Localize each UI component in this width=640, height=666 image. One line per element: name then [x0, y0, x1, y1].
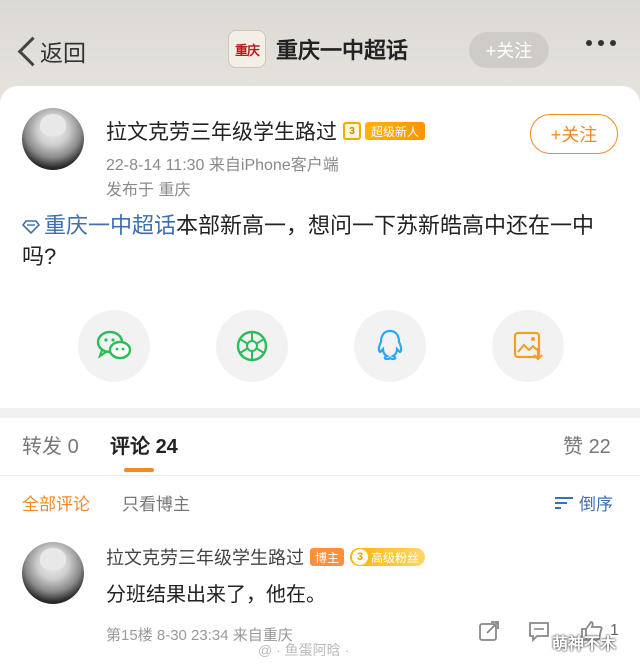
- topic-logo: 重庆: [228, 30, 266, 68]
- tab-comments-count: 24: [155, 436, 178, 458]
- tab-comments-label: 评论: [110, 436, 150, 458]
- user-level-icon: 3: [343, 122, 361, 140]
- author-name: 拉文克劳三年级学生路过: [106, 121, 337, 144]
- comment-filter-bar: 全部评论 只看博主 倒序: [0, 476, 640, 528]
- share-icon: [479, 621, 499, 641]
- top-nav-bar: 返回 重庆 重庆一中超话 +关注: [0, 0, 640, 96]
- tab-repost[interactable]: 转发 0: [22, 430, 79, 459]
- reply-comment-button[interactable]: [528, 620, 550, 647]
- tab-likes-count: 22: [588, 436, 611, 458]
- back-button[interactable]: 返回: [14, 34, 86, 68]
- tab-repost-label: 转发: [22, 436, 62, 458]
- tab-likes[interactable]: 赞 22: [563, 430, 611, 459]
- topic-link[interactable]: 重庆一中超话: [22, 213, 176, 238]
- qq-icon: [377, 329, 403, 361]
- comment-text: 分班结果出来了，他在。: [106, 584, 326, 606]
- topic-follow-button[interactable]: +关注: [469, 32, 549, 68]
- wechat-icon: [96, 330, 132, 360]
- avatar[interactable]: [22, 108, 84, 170]
- topic-link-text: 重庆一中超话: [44, 213, 177, 238]
- save-image-icon: [513, 331, 543, 361]
- active-tab-indicator: [124, 468, 154, 472]
- repost-comment-button[interactable]: [478, 620, 500, 647]
- user-badge: 超级新人: [365, 122, 426, 140]
- save-image-button[interactable]: [492, 310, 564, 382]
- comment-author[interactable]: 拉文克劳三年级学生路过 博主 3 高级粉丝: [106, 544, 426, 570]
- post-tabs: 转发 0 评论 24 赞 22: [0, 418, 640, 476]
- fan-level-badge: 3 高级粉丝: [350, 548, 426, 566]
- share-row: [0, 310, 640, 382]
- topic-header[interactable]: 重庆 重庆一中超话: [228, 30, 408, 68]
- post-card: 拉文克劳三年级学生路过 3 超级新人 22-8-14 11:30 来自iPhon…: [0, 86, 640, 408]
- more-options-icon[interactable]: [586, 40, 616, 46]
- watermark-left: @ · 鱼蛋阿晗 ·: [258, 642, 350, 658]
- share-wechat-button[interactable]: [78, 310, 150, 382]
- page-title: 重庆一中超话: [276, 38, 409, 63]
- post-author[interactable]: 拉文克劳三年级学生路过 3 超级新人: [106, 116, 426, 146]
- follow-user-button[interactable]: +关注: [530, 114, 618, 154]
- share-moments-button[interactable]: [216, 310, 288, 382]
- post-datetime-source: 22-8-14 11:30 来自iPhone客户端: [106, 157, 339, 174]
- sort-toggle[interactable]: 倒序: [555, 490, 613, 515]
- post-location: 发布于 重庆: [106, 182, 191, 199]
- diamond-icon: [22, 220, 40, 234]
- comment-icon: [529, 622, 549, 643]
- tab-likes-label: 赞: [563, 436, 583, 458]
- op-tag: 博主: [310, 548, 345, 566]
- moments-icon: [236, 330, 268, 362]
- watermark-right: 萌神不木: [552, 636, 617, 653]
- tab-comments[interactable]: 评论 24: [110, 430, 178, 459]
- fan-level-number: 3: [352, 549, 369, 565]
- filter-op-only[interactable]: 只看博主: [122, 490, 190, 515]
- filter-all-comments[interactable]: 全部评论: [22, 490, 90, 515]
- tab-repost-count: 0: [67, 436, 79, 458]
- sort-icon: [555, 496, 573, 510]
- section-divider: [0, 408, 640, 418]
- post-content: 重庆一中超话本部新高一，想问一下苏新皓高中还在一中吗?: [22, 210, 622, 272]
- comment-author-name: 拉文克劳三年级学生路过: [106, 548, 304, 568]
- share-qq-button[interactable]: [354, 310, 426, 382]
- chevron-left-icon: [14, 34, 38, 68]
- avatar[interactable]: [22, 542, 84, 604]
- fan-level-label: 高级粉丝: [371, 550, 420, 565]
- sort-label: 倒序: [579, 495, 613, 514]
